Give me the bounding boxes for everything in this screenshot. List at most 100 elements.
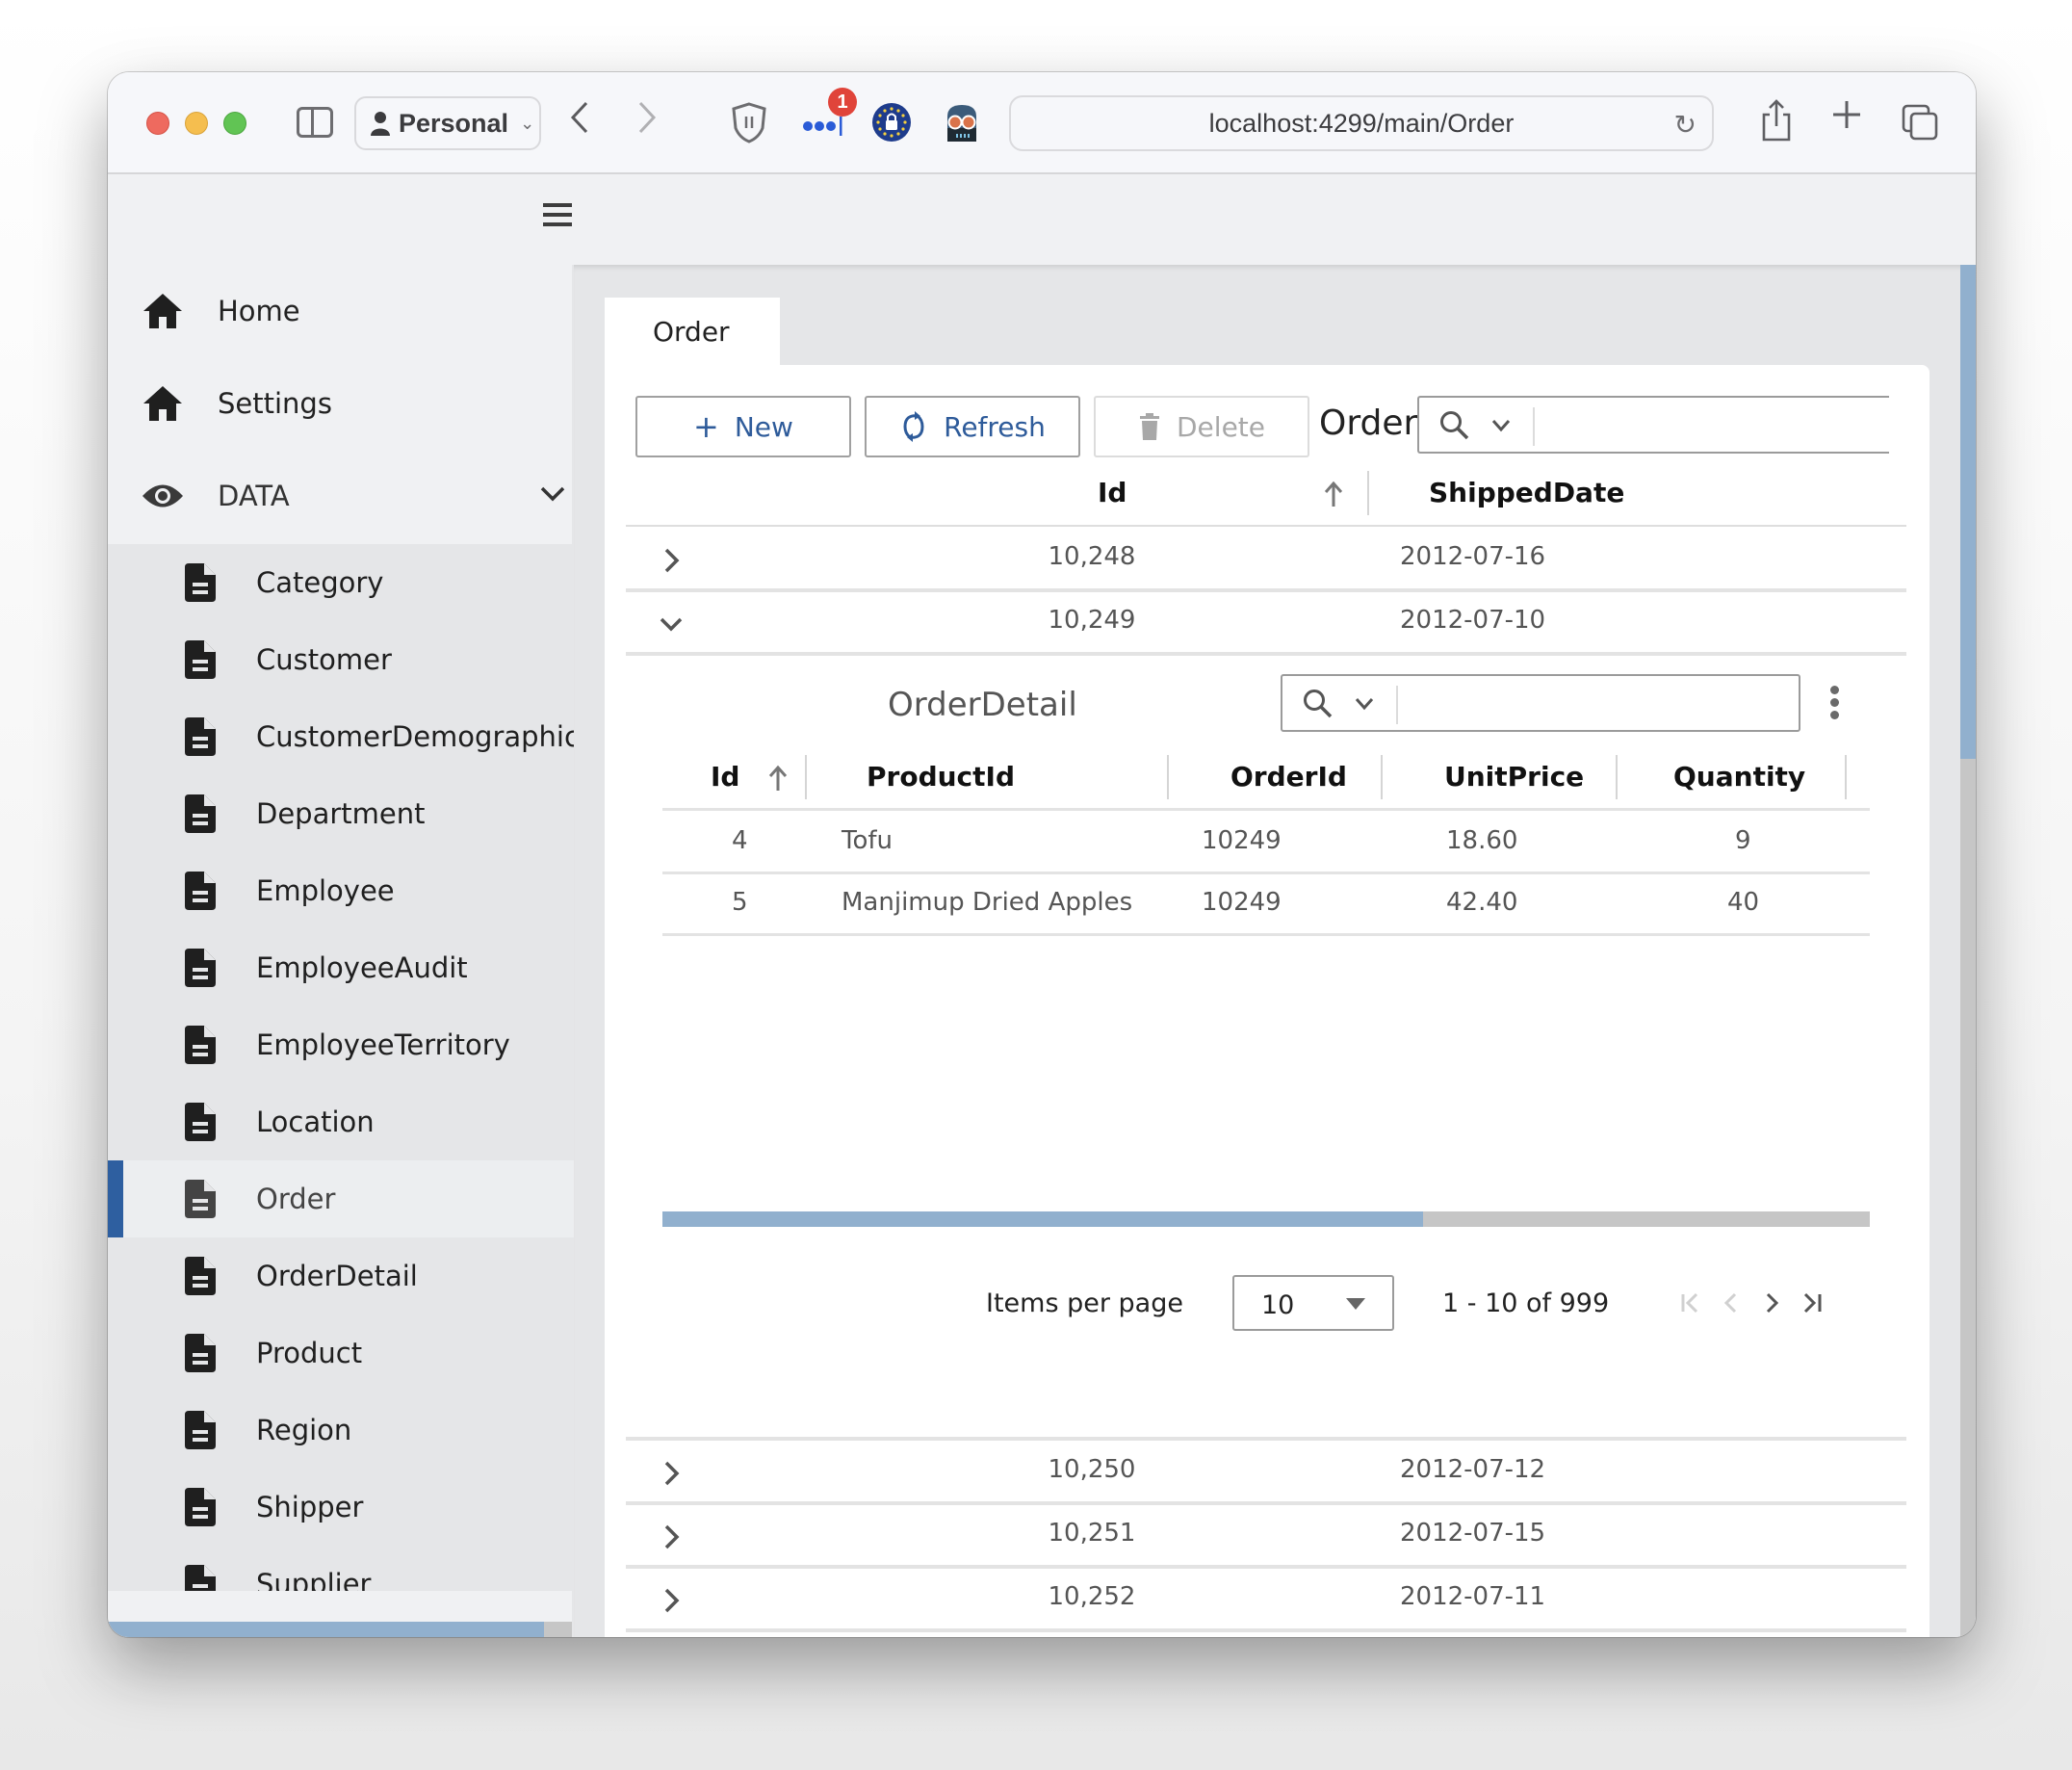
sidebar-item-customerdemographic[interactable]: CustomerDemographic [108,698,574,775]
sidebar-item-customer[interactable]: Customer [108,621,574,698]
column-header-shipped-date[interactable]: ShippedDate [1429,477,1624,508]
column-resize-handle[interactable] [1167,755,1169,799]
column-header-product-id[interactable]: ProductId [867,761,1015,793]
sidebar-item-location[interactable]: Location [108,1083,574,1160]
sidebar-item-settings[interactable]: Settings [108,357,572,450]
column-resize-handle[interactable] [1845,755,1847,799]
sidebar-item-home[interactable]: Home [108,265,572,357]
new-tab-icon[interactable] [1831,99,1862,130]
profile-button[interactable]: Personal ⌄ [354,96,541,150]
items-per-page-select[interactable]: 10 [1232,1275,1394,1331]
chevron-right-icon[interactable] [659,1523,684,1551]
sidebar-group-data[interactable]: DATA [108,450,572,542]
chevron-down-icon[interactable] [659,610,684,638]
new-button[interactable]: + New [635,396,851,457]
sidebar-item-employee[interactable]: Employee [108,852,574,929]
minimize-window-button[interactable] [185,112,208,135]
order-search-input[interactable] [1537,402,1885,450]
chevron-down-icon[interactable] [1490,417,1512,434]
sidebar-item-label: Order [256,1183,336,1215]
sort-ascending-icon[interactable] [1323,481,1344,508]
table-row[interactable]: 10,248 2012-07-16 [626,529,1906,592]
table-row[interactable]: 10,251 2012-07-15 [626,1505,1906,1569]
column-resize-handle[interactable] [1367,471,1369,515]
column-header-order-id[interactable]: OrderId [1230,761,1347,793]
previous-page-icon[interactable] [1716,1287,1747,1319]
refresh-icon [903,411,924,442]
maximize-window-button[interactable] [223,112,246,135]
table-row[interactable]: 10,250 2012-07-12 [626,1442,1906,1505]
column-header-unit-price[interactable]: UnitPrice [1444,761,1584,793]
cell-shipped-date: 2012-07-12 [1400,1455,1546,1484]
search-icon[interactable] [1438,409,1471,442]
cell-shipped-date: 2012-07-10 [1400,606,1546,635]
table-row-expanded[interactable]: 10,249 2012-07-10 [626,592,1906,656]
column-header-id[interactable]: Id [711,761,739,793]
table-row[interactable]: 10,252 2012-07-11 [626,1569,1906,1632]
grid-title: Order [1319,403,1418,443]
notification-badge: 1 [828,88,857,117]
scrollbar-thumb[interactable] [1960,265,1976,759]
first-page-icon[interactable] [1675,1287,1706,1319]
menu-hamburger-icon[interactable] [543,201,574,228]
chevron-right-icon [638,101,657,134]
detail-horizontal-scrollbar[interactable] [662,1211,1870,1227]
sidebar-item-order[interactable]: Order [108,1160,574,1237]
chevron-right-icon[interactable] [659,1459,684,1488]
sidebar-item-department[interactable]: Department [108,775,574,852]
sidebar-item-category[interactable]: Category [108,544,574,621]
browser-window: Personal ⌄ 1 localhost:4299/main/Order ↻ [108,72,1976,1637]
cell-quantity: 9 [1735,826,1751,855]
document-icon [185,1026,216,1064]
sort-ascending-icon[interactable] [768,765,788,792]
column-resize-handle[interactable] [805,755,807,799]
sidebar-item-shipper[interactable]: Shipper [108,1469,574,1546]
order-search-box [1417,396,1889,454]
sidebar-item-product[interactable]: Product [108,1314,574,1392]
new-button-label: New [734,410,793,443]
refresh-button[interactable]: Refresh [865,396,1080,457]
items-per-page-value: 10 [1261,1290,1295,1320]
detail-row[interactable]: 5 Manjimup Dried Apples 10249 42.40 40 [662,874,1870,936]
close-window-button[interactable] [146,112,169,135]
tab-overview-icon[interactable] [1901,103,1939,142]
detail-search-input[interactable] [1400,680,1795,728]
spy-extension-icon[interactable] [944,103,980,142]
scrollbar-thumb[interactable] [662,1211,1424,1227]
sidebar-item-employeeaudit[interactable]: EmployeeAudit [108,929,574,1006]
paginator: Items per page 10 1 - 10 of 999 [662,1275,1870,1333]
column-header-id[interactable]: Id [1098,477,1127,508]
document-icon [185,563,216,602]
sidebar-item-employeeterritory[interactable]: EmployeeTerritory [108,1006,574,1083]
delete-button[interactable]: Delete [1094,396,1309,457]
forward-button[interactable] [637,101,657,134]
sidebar-item-label: Department [256,797,426,830]
chevron-right-icon[interactable] [659,546,684,575]
sidebar-horizontal-scrollbar[interactable] [108,1622,572,1637]
next-page-icon[interactable] [1756,1287,1787,1319]
last-page-icon[interactable] [1797,1287,1827,1319]
back-button[interactable] [570,101,589,134]
more-options-icon[interactable] [1827,686,1841,724]
sidebar-toggle-icon[interactable] [297,107,333,138]
search-icon[interactable] [1302,688,1334,720]
content-vertical-scrollbar[interactable] [1960,265,1976,1637]
privacy-shield-icon[interactable] [730,101,768,143]
detail-row[interactable]: 4 Tofu 10249 18.60 9 [662,813,1870,874]
address-bar[interactable]: localhost:4299/main/Order ↻ [1009,95,1714,151]
column-header-quantity[interactable]: Quantity [1673,761,1805,793]
sidebar-item-label: Customer [256,643,392,676]
sidebar-item-region[interactable]: Region [108,1392,574,1469]
chevron-down-icon[interactable] [1354,695,1375,713]
eu-lock-extension-icon[interactable] [872,103,911,142]
sidebar-item-orderdetail[interactable]: OrderDetail [108,1237,574,1314]
scrollbar-thumb[interactable] [108,1622,545,1637]
tab-order[interactable]: Order [605,298,780,365]
reload-icon[interactable]: ↻ [1674,109,1696,141]
content-area: Order + New Refresh Delete Order Id Ship… [574,265,1976,1637]
column-resize-handle[interactable] [1616,755,1618,799]
share-icon[interactable] [1759,99,1794,142]
chevron-right-icon[interactable] [659,1586,684,1615]
column-resize-handle[interactable] [1381,755,1383,799]
sidebar-item-label: EmployeeAudit [256,951,468,984]
